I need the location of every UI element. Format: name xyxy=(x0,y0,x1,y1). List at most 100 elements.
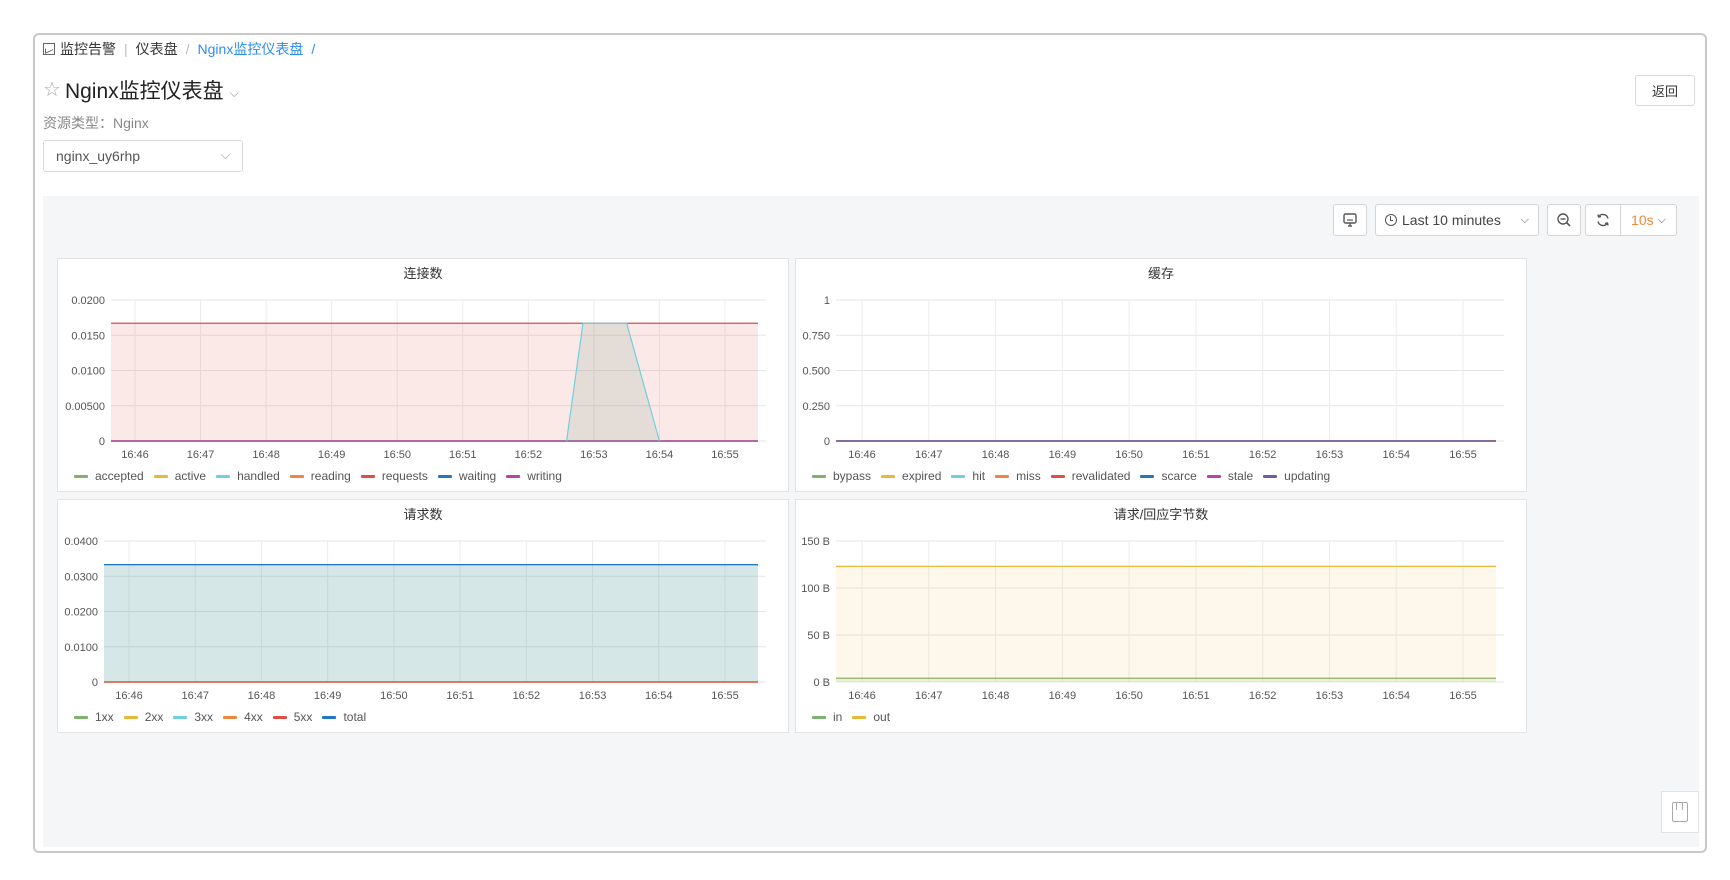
legend-item-2xx[interactable]: 2xx xyxy=(123,710,163,724)
legend-label: active xyxy=(174,469,207,483)
legend-swatch xyxy=(289,474,304,478)
x-tick-label: 16:52 xyxy=(1249,449,1277,461)
x-tick-label: 16:48 xyxy=(248,690,276,702)
legend-label: in xyxy=(833,710,843,724)
x-tick-label: 16:53 xyxy=(579,690,607,702)
breadcrumb-item-current[interactable]: Nginx监控仪表盘 xyxy=(198,39,304,59)
y-tick-label: 0 B xyxy=(813,677,830,689)
legend-item-4xx[interactable]: 4xx xyxy=(223,710,263,724)
legend-item-stale[interactable]: stale xyxy=(1206,469,1253,483)
legend-item-waiting[interactable]: waiting xyxy=(437,469,496,483)
legend-label: 5xx xyxy=(293,710,313,724)
instance-select[interactable]: nginx_uy6rhp ⌵ xyxy=(43,140,243,172)
legend-item-out[interactable]: out xyxy=(852,710,890,724)
dashboard-area: Last 10 minutes ⌵ 10s ⌵ 连接数 0.0200 0.0150 0… xyxy=(43,196,1699,847)
chart-icon xyxy=(43,43,55,55)
legend-label: writing xyxy=(527,469,562,483)
legend-label: bypass xyxy=(833,469,872,483)
x-tick-label: 16:53 xyxy=(1316,449,1344,461)
legend-swatch xyxy=(360,474,375,478)
legend-item-miss[interactable]: miss xyxy=(995,469,1041,483)
x-tick-label: 16:47 xyxy=(181,690,209,702)
x-tick-label: 16:48 xyxy=(982,449,1010,461)
time-range-picker[interactable]: Last 10 minutes ⌵ xyxy=(1375,204,1539,236)
breadcrumb-item-monitoring[interactable]: 监控告警 xyxy=(60,39,116,59)
y-tick-label: 0.0100 xyxy=(71,366,105,378)
y-tick-label: 100 B xyxy=(801,583,830,595)
y-tick-label: 0 xyxy=(92,677,98,689)
x-tick-label: 16:54 xyxy=(1382,449,1410,461)
star-icon[interactable]: ☆ xyxy=(43,80,61,100)
legend-item-active[interactable]: active xyxy=(153,469,207,483)
legend-swatch xyxy=(506,474,521,478)
legend-item-hit[interactable]: hit xyxy=(951,469,985,483)
legend-item-3xx[interactable]: 3xx xyxy=(173,710,213,724)
breadcrumb-separator: | xyxy=(124,41,128,57)
legend-item-bypass[interactable]: bypass xyxy=(812,469,871,483)
legend-swatch xyxy=(216,474,231,478)
legend-item-1xx[interactable]: 1xx xyxy=(74,710,114,724)
x-tick-label: 16:52 xyxy=(513,690,541,702)
legend-item-writing[interactable]: writing xyxy=(506,469,562,483)
legend-swatch xyxy=(173,715,188,719)
y-tick-label: 150 B xyxy=(801,536,830,548)
refresh-interval-select[interactable]: 10s ⌵ xyxy=(1621,204,1677,236)
x-tick-label: 16:52 xyxy=(1249,690,1277,702)
legend-label: total xyxy=(343,710,367,724)
x-tick-label: 16:51 xyxy=(446,690,474,702)
legend-item-expired[interactable]: expired xyxy=(881,469,941,483)
legend-swatch xyxy=(1206,474,1221,478)
x-tick-label: 16:55 xyxy=(1449,449,1477,461)
legend-item-accepted[interactable]: accepted xyxy=(74,469,144,483)
title-row: ☆ Nginx监控仪表盘 ⌵ xyxy=(43,75,239,105)
x-tick-label: 16:46 xyxy=(848,449,876,461)
refresh-icon xyxy=(1597,213,1609,227)
legend-item-total[interactable]: total xyxy=(322,710,366,724)
resource-type-label: 资源类型：Nginx xyxy=(43,115,149,131)
legend-label: requests xyxy=(381,469,428,483)
legend-item-updating[interactable]: updating xyxy=(1263,469,1330,483)
chevron-down-icon[interactable]: ⌵ xyxy=(230,86,239,101)
legend-item-handled[interactable]: handled xyxy=(216,469,280,483)
series-area-out xyxy=(836,566,1496,682)
legend-swatch xyxy=(995,474,1010,478)
legend-label: reading xyxy=(310,469,351,483)
x-tick-label: 16:47 xyxy=(915,449,943,461)
legend-swatch xyxy=(1140,474,1155,478)
legend-item-5xx[interactable]: 5xx xyxy=(272,710,313,724)
legend-item-in[interactable]: in xyxy=(812,710,842,724)
x-tick-label: 16:55 xyxy=(711,449,739,461)
tv-mode-button[interactable] xyxy=(1333,204,1367,236)
breadcrumb-trailing-slash: / xyxy=(311,41,316,57)
legend-swatch xyxy=(437,474,452,478)
chart-legend: accepted active handled reading requests wait… xyxy=(74,469,572,483)
series-area-total xyxy=(104,564,758,682)
x-tick-label: 16:54 xyxy=(646,449,674,461)
x-tick-label: 16:51 xyxy=(1182,690,1210,702)
legend-label: out xyxy=(873,710,891,724)
legend-item-requests[interactable]: requests xyxy=(360,469,428,483)
x-tick-label: 16:48 xyxy=(252,449,280,461)
legend-swatch xyxy=(951,474,966,478)
breadcrumb-item-dashboards[interactable]: 仪表盘 xyxy=(136,39,178,59)
y-tick-label: 0 xyxy=(99,436,105,448)
legend-label: revalidated xyxy=(1071,469,1131,483)
y-tick-label: 0.0400 xyxy=(64,536,98,548)
legend-item-reading[interactable]: reading xyxy=(289,469,351,483)
legend-swatch xyxy=(153,474,168,478)
refresh-button[interactable] xyxy=(1585,204,1621,236)
y-tick-label: 0.500 xyxy=(802,366,830,378)
zoom-out-button[interactable] xyxy=(1547,204,1581,236)
x-tick-label: 16:50 xyxy=(383,449,411,461)
y-tick-label: 1 xyxy=(824,295,830,307)
requests-chart: 0.0400 0.0300 0.0200 0.0100 0 16:46 16:47 16:48… xyxy=(64,536,766,702)
legend-label: scarce xyxy=(1161,469,1197,483)
help-button[interactable] xyxy=(1661,791,1699,833)
connections-chart: 0.0200 0.0150 0.0100 0.00500 0 16:46 16:47 16:4… xyxy=(65,295,766,461)
legend-item-revalidated[interactable]: revalidated xyxy=(1050,469,1131,483)
back-button[interactable]: 返回 xyxy=(1635,75,1695,106)
y-tick-label: 0.0200 xyxy=(64,607,98,619)
legend-item-scarce[interactable]: scarce xyxy=(1140,469,1197,483)
x-tick-label: 16:51 xyxy=(1182,449,1210,461)
legend-label: miss xyxy=(1016,469,1041,483)
